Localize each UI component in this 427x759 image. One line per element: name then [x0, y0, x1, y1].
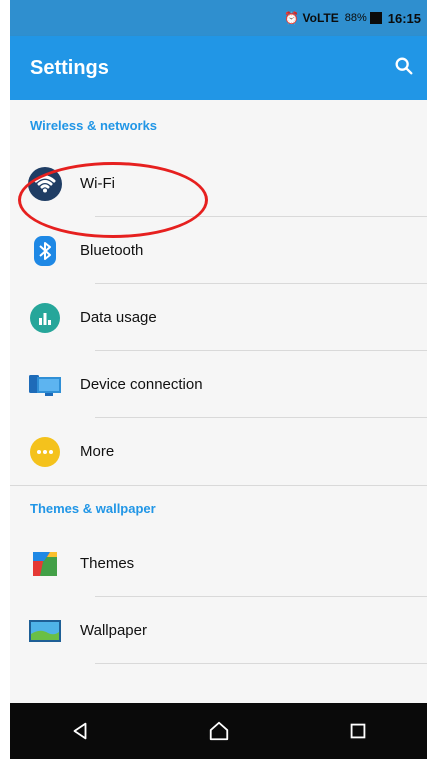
search-button[interactable]: [393, 55, 415, 82]
status-icons: ⏰ VoLTE: [284, 11, 339, 25]
battery-level: 88%: [344, 12, 367, 24]
highlight-circle: [18, 162, 208, 238]
bluetooth-icon: [34, 235, 56, 266]
themes-icon: [33, 551, 57, 576]
home-icon: [209, 721, 228, 741]
app-bar: Settings: [10, 36, 427, 100]
settings-item-label: Themes: [80, 555, 135, 572]
settings-item-label: Wallpaper: [80, 622, 147, 639]
settings-item-themes[interactable]: Themes: [10, 530, 427, 597]
settings-item-label: Bluetooth: [80, 242, 144, 259]
search-icon: [395, 57, 413, 74]
data-usage-icon: [30, 302, 60, 333]
status-bar: ⏰ VoLTE 88% 16:15: [10, 0, 427, 36]
phone-screen: ⏰ VoLTE 88% 16:15 Settings Wireless & ne…: [10, 0, 427, 759]
recents-button[interactable]: [333, 711, 383, 751]
page-title: Settings: [30, 56, 109, 79]
settings-item-label: Data usage: [80, 309, 157, 326]
back-icon: [73, 722, 86, 740]
recents-icon: [350, 723, 365, 739]
home-button[interactable]: [194, 711, 244, 751]
back-button[interactable]: [55, 711, 105, 751]
more-icon: [30, 436, 60, 467]
section-header-wireless: Wireless & networks: [30, 117, 158, 133]
device-connection-icon: [29, 374, 61, 396]
settings-item-more[interactable]: More: [10, 418, 427, 485]
battery-icon: [369, 12, 382, 24]
settings-item-label: More: [80, 443, 115, 460]
settings-item-wallpaper[interactable]: Wallpaper: [10, 597, 427, 664]
navigation-bar: [10, 703, 427, 759]
settings-item-data-usage[interactable]: Data usage: [10, 284, 427, 351]
settings-item-device-connection[interactable]: Device connection: [10, 351, 427, 418]
status-time: 16:15: [387, 10, 421, 26]
wallpaper-icon: [29, 619, 61, 642]
settings-item-label: Device connection: [80, 376, 203, 393]
section-header-themes: Themes & wallpaper: [30, 500, 156, 516]
